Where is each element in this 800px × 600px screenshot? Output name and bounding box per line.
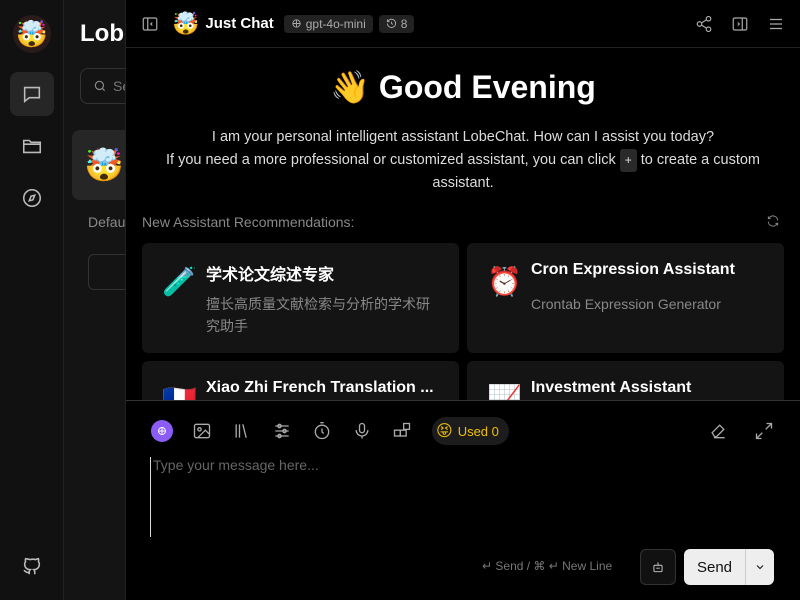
app-title: Lobe: [80, 20, 125, 47]
composer-toolbar-right: [702, 417, 780, 445]
toggle-sidebar-button[interactable]: [136, 10, 164, 38]
token-usage-badge[interactable]: 😝 Used 0: [432, 417, 509, 445]
openai-icon: [151, 420, 173, 442]
timer-icon: [314, 422, 330, 440]
message-input[interactable]: [150, 457, 770, 537]
clear-button[interactable]: [702, 417, 734, 445]
card-title: Investment Assistant: [531, 379, 692, 396]
model-switch-button[interactable]: [146, 417, 178, 445]
chat-bubble-icon: [23, 86, 41, 103]
sidebar-toggle-icon: [142, 16, 158, 31]
hamburger-icon: [770, 18, 782, 30]
search-placeholder: Se: [113, 78, 125, 94]
github-button[interactable]: [10, 544, 54, 588]
history-count-tag[interactable]: 8: [378, 14, 415, 33]
session-item-just-chat[interactable]: 🤯: [72, 130, 125, 200]
folder-icon: [22, 139, 42, 154]
chat-nav-button[interactable]: [10, 72, 54, 116]
token-usage-text: Used 0: [457, 423, 499, 439]
recommend-label: New Assistant Recommendations:: [142, 214, 355, 230]
card-description: 擅长高质量文献检索与分析的学术研究助手: [206, 296, 430, 334]
refresh-button[interactable]: [766, 214, 780, 233]
compass-icon: [22, 188, 42, 208]
intro-line-1: I am your personal intelligent assistant…: [211, 129, 715, 145]
send-shortcut-hint: ↵ Send / ⌘ ↵ New Line: [482, 559, 613, 573]
chat-composer: 😝 Used 0 ↵ Send / ⌘ ↵ New Line Send: [126, 400, 800, 600]
assistant-card[interactable]: 🧪 学术论文综述专家 擅长高质量文献检索与分析的学术研究助手: [142, 243, 459, 353]
github-icon: [23, 557, 41, 575]
discover-nav-button[interactable]: [10, 176, 54, 220]
search-icon: [94, 80, 106, 92]
params-button[interactable]: [266, 417, 298, 445]
session-avatar: 🤯: [84, 147, 124, 183]
files-nav-button[interactable]: [10, 124, 54, 168]
model-tag[interactable]: gpt-4o-mini: [283, 14, 373, 33]
openai-icon: [292, 19, 301, 28]
voice-input-button[interactable]: [346, 417, 378, 445]
session-panel: Lobe Se 🤯 Defau: [64, 0, 126, 600]
library-icon: [235, 424, 247, 438]
microphone-icon: [355, 422, 369, 439]
card-title: Xiao Zhi French Translation ...: [206, 379, 434, 396]
card-description: Crontab Expression Generator: [531, 296, 721, 312]
greeting-text: Good Evening: [378, 69, 596, 105]
chat-header: 🤯 Just Chat gpt-4o-mini 8: [126, 0, 800, 48]
plus-kbd: +: [619, 149, 637, 172]
send-options-button[interactable]: [640, 549, 676, 585]
history-icon: [386, 18, 396, 28]
eraser-icon: [711, 424, 725, 439]
image-icon: [193, 423, 211, 439]
card-title: Cron Expression Assistant: [531, 261, 735, 278]
default-list-label: Defau: [88, 214, 126, 230]
assistant-card[interactable]: 📈 Investment Assistant: [467, 361, 784, 400]
user-avatar[interactable]: 🤯: [13, 15, 51, 53]
chevron-down-icon: [756, 565, 764, 570]
new-session-box[interactable]: [88, 254, 125, 290]
tongue-emoji-icon: 😝: [436, 423, 453, 440]
left-rail: 🤯: [0, 0, 64, 600]
history-limit-button[interactable]: [306, 417, 338, 445]
plugins-button[interactable]: [386, 417, 418, 445]
intro-line-2: If you need a more professional or custo…: [146, 149, 780, 195]
assistant-title[interactable]: Just Chat: [205, 15, 273, 32]
send-button[interactable]: Send: [684, 549, 746, 585]
upload-image-button[interactable]: [186, 417, 218, 445]
intro-line-2-prefix: If you need a more professional or custo…: [165, 152, 616, 168]
sliders-icon: [275, 423, 289, 439]
card-icon: 🧪: [162, 266, 197, 297]
greeting-heading: 👋 Good Evening: [126, 68, 800, 106]
send-dropdown-button[interactable]: [746, 549, 774, 585]
card-icon: 🇫🇷: [162, 384, 197, 400]
session-search-input[interactable]: Se: [80, 68, 125, 104]
waving-hand-icon: 👋: [330, 69, 371, 105]
knowledge-base-button[interactable]: [226, 417, 258, 445]
assistant-card[interactable]: ⏰ Cron Expression Assistant Crontab Expr…: [467, 243, 784, 353]
blocks-icon: [393, 422, 411, 437]
app-window: 🤯 Lobe Se 🤯 Defau 🤯 Just Chat: [0, 0, 800, 600]
panel-right-icon: [732, 17, 748, 31]
share-button[interactable]: [690, 10, 718, 38]
card-icon: ⏰: [487, 266, 522, 297]
card-icon: 📈: [487, 384, 522, 400]
toggle-right-panel-button[interactable]: [726, 10, 754, 38]
menu-button[interactable]: [762, 10, 790, 38]
intro-text: I am your personal intelligent assistant…: [146, 126, 780, 195]
assistant-avatar[interactable]: 🤯: [172, 11, 199, 37]
refresh-icon: [767, 215, 779, 227]
card-title: 学术论文综述专家: [206, 267, 335, 284]
welcome-panel: 👋 Good Evening I am your personal intell…: [126, 48, 800, 400]
share-icon: [696, 15, 712, 33]
model-name: gpt-4o-mini: [305, 16, 366, 31]
bot-icon: [653, 562, 663, 573]
send-button-group: Send: [684, 549, 774, 585]
composer-toolbar: 😝 Used 0: [146, 417, 509, 445]
assistant-card[interactable]: 🇫🇷 Xiao Zhi French Translation ...: [142, 361, 459, 400]
expand-button[interactable]: [748, 417, 780, 445]
expand-icon: [755, 422, 773, 440]
history-count: 8: [400, 16, 408, 31]
